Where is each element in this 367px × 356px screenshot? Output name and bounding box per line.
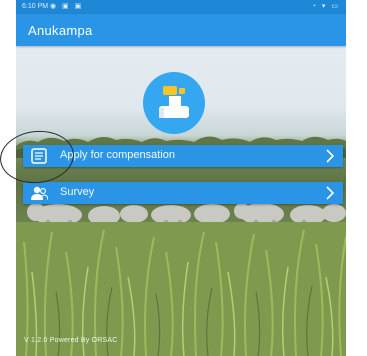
chevron-right-icon <box>326 186 335 200</box>
version-footer: V 1.2.0 Powered By ORSAC <box>24 337 118 344</box>
status-time: 6:10 PM <box>22 3 49 10</box>
app-title: Anukampa <box>28 23 93 38</box>
hand-coin-icon <box>159 86 189 118</box>
app-logo <box>143 72 205 134</box>
system-icons: ◔ ▾ ▭ <box>311 3 340 10</box>
phone-screen: 6:10 PM ◉ ▣ ▣ ◔ ▾ ▭ Anukampa Apply for c… <box>16 0 346 356</box>
apply-for-compensation-label: Apply for compensation <box>60 149 175 161</box>
survey-label: Survey <box>60 186 95 198</box>
survey-button[interactable]: Survey <box>23 182 343 204</box>
status-bar: 6:10 PM ◉ ▣ ▣ ◔ ▾ ▭ <box>16 0 346 14</box>
chevron-right-icon <box>326 149 335 163</box>
apply-for-compensation-button[interactable]: Apply for compensation <box>23 145 343 167</box>
app-bar: Anukampa <box>16 14 346 46</box>
grass-field-background <box>16 222 346 356</box>
survey-people-icon <box>31 186 48 201</box>
document-list-icon <box>31 148 47 164</box>
notification-icons: ◉ ▣ ▣ <box>50 3 84 10</box>
